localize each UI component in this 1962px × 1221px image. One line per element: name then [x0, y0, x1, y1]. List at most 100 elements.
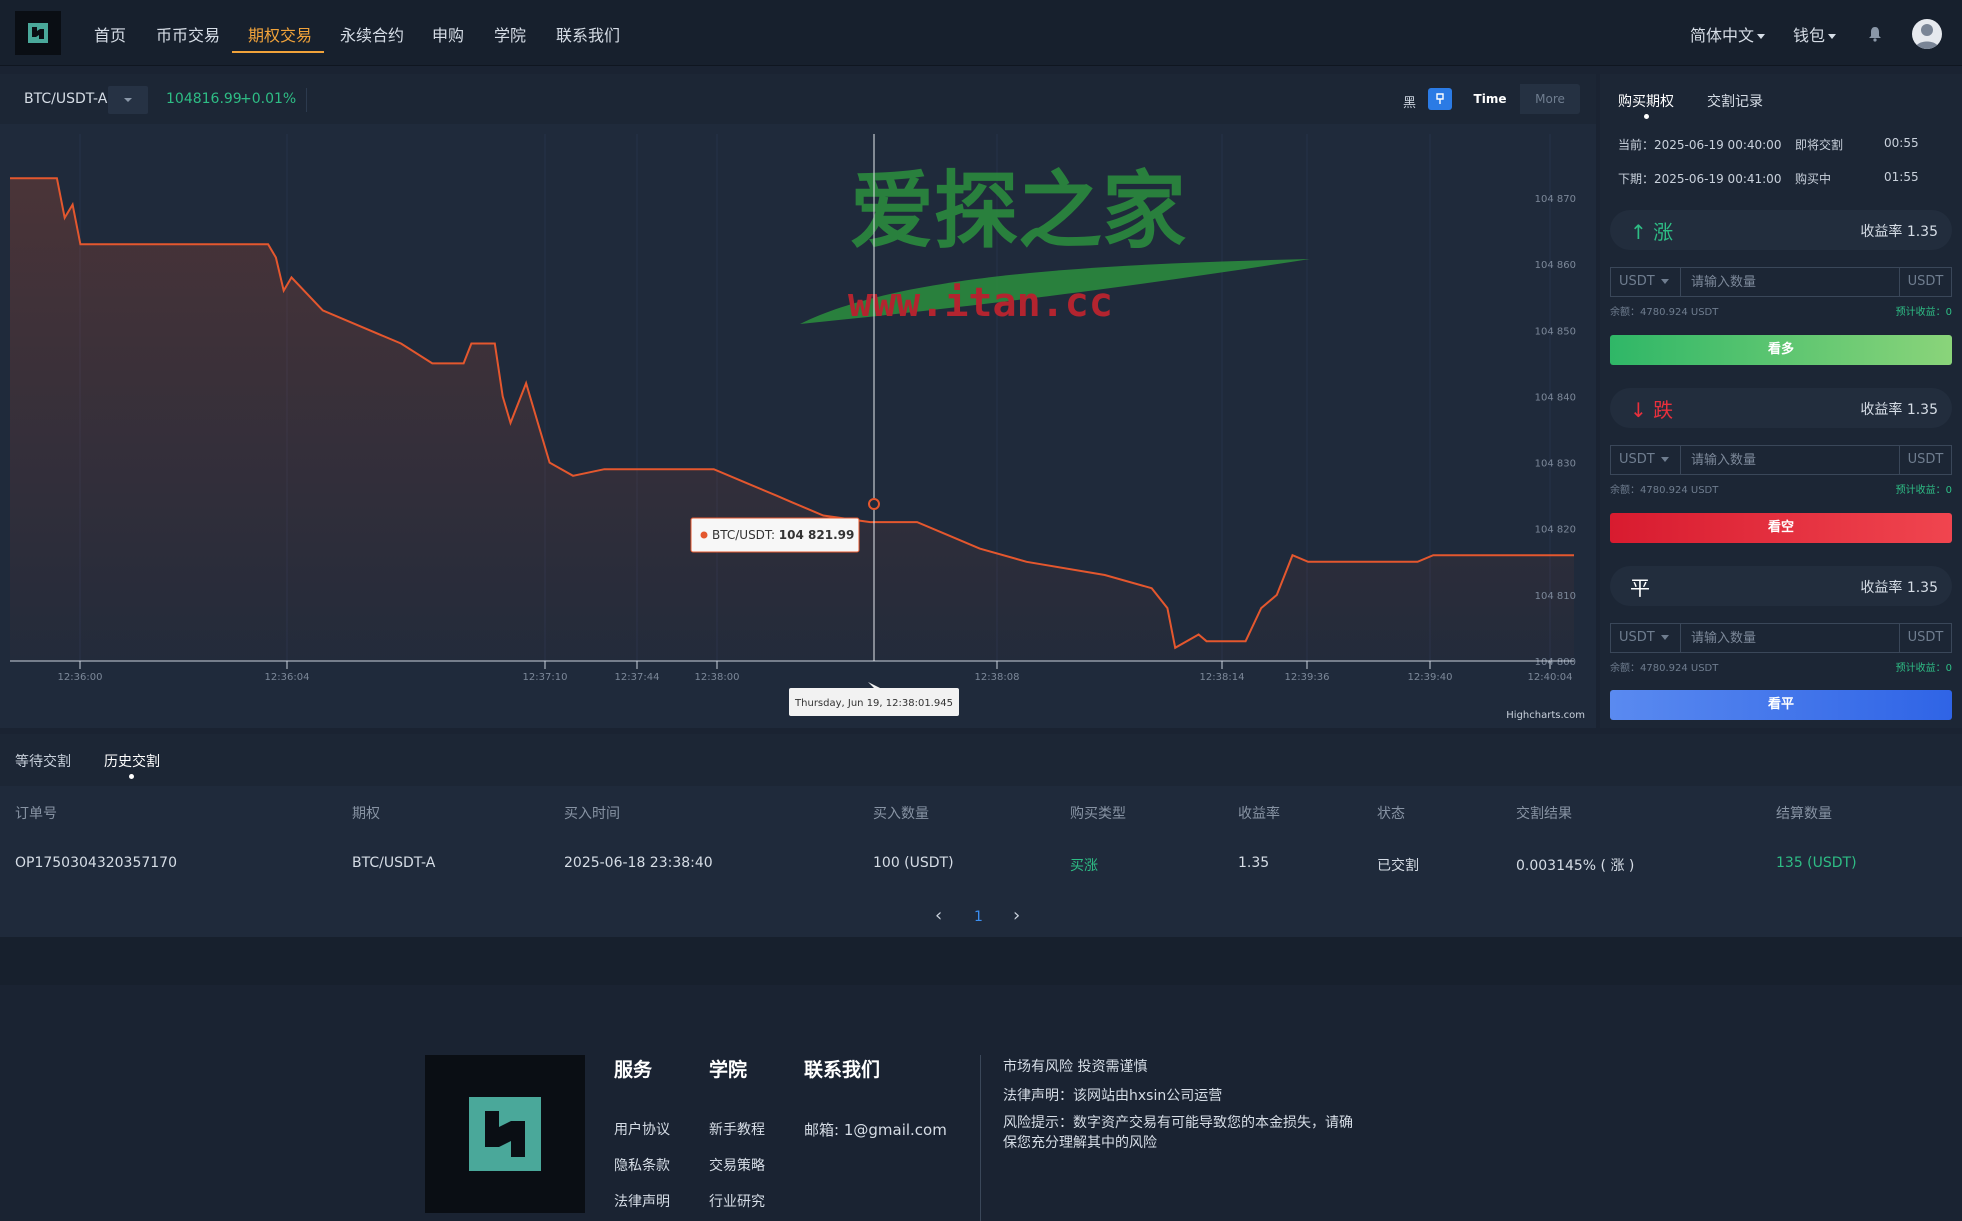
x-tick-label: 12:36:00: [58, 672, 103, 683]
wallet-label: 钱包: [1793, 26, 1826, 45]
flat-unit-select[interactable]: USDT: [1611, 624, 1681, 652]
footer-link-user-agreement[interactable]: 用户协议: [614, 1119, 670, 1139]
pin-icon: [1436, 93, 1444, 104]
buy-down-button[interactable]: 看空: [1610, 513, 1952, 543]
tab-delivery-records[interactable]: 交割记录: [1707, 91, 1763, 111]
up-quantity-input[interactable]: [1681, 268, 1899, 296]
chevron-down-icon: [1660, 457, 1669, 462]
nav-home[interactable]: 首页: [94, 22, 126, 46]
footer-link-legal[interactable]: 法律声明: [614, 1191, 670, 1211]
x-tick-label: 12:39:40: [1408, 672, 1453, 683]
prev-page-button[interactable]: ‹: [935, 905, 942, 926]
brand-logo-icon: [469, 1097, 541, 1171]
chevron-down-icon: [124, 98, 132, 102]
y-tick-label: 104 810: [1535, 591, 1576, 602]
footer-link-privacy[interactable]: 隐私条款: [614, 1155, 670, 1175]
x-tick-label: 12:37:44: [615, 672, 660, 683]
nav-contact[interactable]: 联系我们: [556, 22, 620, 46]
more-button[interactable]: More: [1520, 84, 1580, 114]
next-page-button[interactable]: ›: [1013, 905, 1020, 926]
x-tick-label: 12:36:04: [265, 672, 310, 683]
up-unit-suffix: USDT: [1899, 268, 1951, 296]
up-estimate: 预计收益：0: [1895, 307, 1952, 318]
order-id-cell: OP1750304320357170: [15, 855, 177, 871]
tab-pending-delivery[interactable]: 等待交割: [15, 751, 71, 771]
chevron-down-icon: [1828, 34, 1837, 39]
theme-label[interactable]: 黑: [1403, 92, 1416, 111]
footer-risk-warning: 风险提示：数字资产交易有可能导致您的本金损失，请确保您充分理解其中的风险: [1003, 1115, 1353, 1151]
footer-link-tutorial[interactable]: 新手教程: [709, 1119, 765, 1139]
col-option: 期权: [352, 806, 380, 822]
language-select[interactable]: 简体中文: [1690, 22, 1766, 46]
pair-dropdown[interactable]: [108, 86, 148, 114]
unit-label: USDT: [1619, 452, 1655, 467]
result-cell: 0.003145% ( 涨 ): [1516, 858, 1635, 874]
next-period: 下期：2025-06-19 00:41:00: [1618, 172, 1782, 186]
y-tick-label: 104 820: [1535, 525, 1576, 536]
interval-switch: Time More: [1460, 84, 1580, 114]
down-unit-select[interactable]: USDT: [1611, 446, 1681, 474]
tooltip-marker: [700, 531, 708, 539]
user-avatar[interactable]: [1912, 19, 1942, 49]
footer-legal-notice: 法律声明：该网站由hxsin公司运营: [1003, 1088, 1223, 1104]
current-period: 当前：2025-06-19 00:40:00: [1618, 138, 1782, 152]
down-balance: 余额：4780.924 USDT: [1610, 485, 1719, 496]
option-cell: BTC/USDT-A: [352, 855, 436, 871]
section-divider: [0, 937, 1962, 985]
footer-link-strategy[interactable]: 交易策略: [709, 1155, 765, 1175]
flat-unit-suffix: USDT: [1899, 624, 1951, 652]
nav-options[interactable]: 期权交易: [248, 22, 312, 46]
price-chart[interactable]: 104 870 104 860 104 850 104 840 104 830 104 8…: [0, 124, 1596, 728]
tooltip-series: BTC/USDT: [712, 528, 773, 542]
y-tick-label: 104 830: [1535, 459, 1576, 470]
flat-rate: 收益率 1.35: [1860, 580, 1938, 596]
nav-spot[interactable]: 币币交易: [156, 22, 220, 46]
chevron-down-icon: [1660, 635, 1669, 640]
tab-history-delivery[interactable]: 历史交割: [104, 751, 160, 771]
flat-quantity-input[interactable]: [1681, 624, 1899, 652]
nav-perpetual[interactable]: 永续合约: [340, 22, 404, 46]
footer-email[interactable]: 邮箱: 1@gmail.com: [804, 1119, 947, 1140]
chart-panel: BTC/USDT-A 104816.99 +0.01% 黑 Time More …: [0, 74, 1596, 728]
highcharts-credits[interactable]: Highcharts.com: [1506, 710, 1585, 721]
chart-toolbar: BTC/USDT-A 104816.99 +0.01% 黑 Time More: [0, 74, 1596, 124]
time-button[interactable]: Time: [1460, 84, 1520, 114]
nav-academy[interactable]: 学院: [494, 22, 526, 46]
brand-logo-icon: [28, 23, 48, 43]
tooltip-value: 104 821.99: [779, 528, 855, 542]
buy-up-button[interactable]: 看多: [1610, 335, 1952, 365]
y-tick-label: 104 850: [1535, 326, 1576, 337]
settle-amount-cell: 135 (USDT): [1776, 855, 1857, 871]
x-tick-label: 12:38:00: [695, 672, 740, 683]
down-unit-suffix: USDT: [1899, 446, 1951, 474]
tab-buy-options[interactable]: 购买期权: [1618, 91, 1674, 111]
footer: 服务 学院 联系我们 用户协议 隐私条款 法律声明 新手教程 交易策略 行业研究…: [0, 985, 1962, 1221]
svg-text:BTC/USDT: 104 821.99: BTC/USDT: 104 821.99: [712, 528, 854, 542]
nav-subscribe[interactable]: 申购: [432, 22, 464, 46]
page-1-button[interactable]: 1: [974, 909, 983, 925]
bell-icon[interactable]: [1868, 26, 1882, 42]
buy-flat-button[interactable]: 看平: [1610, 690, 1952, 720]
price-change: +0.01%: [240, 91, 297, 107]
wallet-menu[interactable]: 钱包: [1793, 22, 1837, 46]
up-balance: 余额：4780.924 USDT: [1610, 307, 1719, 318]
user-icon: [1915, 24, 1939, 49]
chevron-down-icon: [1757, 34, 1766, 39]
theme-toggle-button[interactable]: [1428, 88, 1452, 110]
down-text: 跌: [1653, 398, 1674, 422]
down-quantity-input[interactable]: [1681, 446, 1899, 474]
up-text: 涨: [1653, 220, 1674, 244]
col-settle-amount: 结算数量: [1776, 806, 1832, 822]
toolbar-divider: [306, 88, 307, 112]
y-tick-label: 104 870: [1535, 194, 1576, 205]
tooltip: BTC/USDT: 104 821.99: [690, 517, 860, 553]
buy-time-cell: 2025-06-18 23:38:40: [564, 855, 713, 871]
footer-link-research[interactable]: 行业研究: [709, 1191, 765, 1211]
arrow-up-icon: ↑: [1630, 220, 1647, 244]
down-option: ↓ 跌 收益率 1.35: [1610, 388, 1952, 428]
up-unit-select[interactable]: USDT: [1611, 268, 1681, 296]
down-rate: 收益率 1.35: [1860, 402, 1938, 418]
last-price: 104816.99: [166, 91, 242, 107]
brand-logo[interactable]: [15, 11, 61, 55]
unit-label: USDT: [1619, 274, 1655, 289]
